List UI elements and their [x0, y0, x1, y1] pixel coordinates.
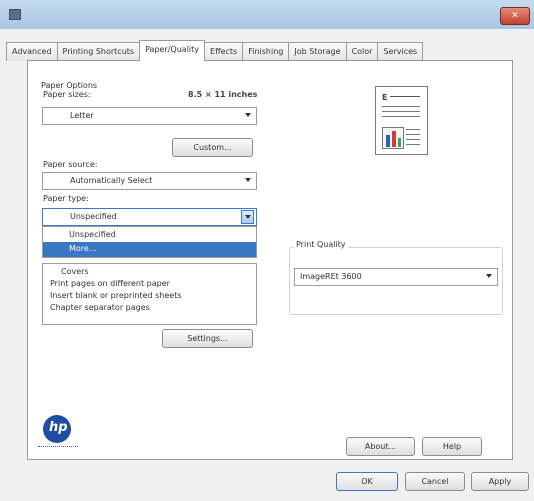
tab-effects[interactable]: Effects [204, 42, 244, 61]
hp-logo-icon: hp [43, 415, 71, 443]
tab-services[interactable]: Services [377, 42, 424, 61]
paper-type-label: Paper type: [43, 194, 89, 203]
list-item-chapter-separator-pages[interactable]: Chapter separator pages [50, 303, 150, 312]
tab-printing-shortcuts[interactable]: Printing Shortcuts [56, 42, 141, 61]
hp-logo-tagline [38, 446, 78, 450]
tab-strip: Advanced Printing Shortcuts Paper/Qualit… [6, 40, 424, 61]
paper-type-dropdown: Unspecified More... [42, 226, 257, 258]
paper-options-label: Paper Options [41, 81, 98, 90]
page-preview: E [375, 86, 428, 155]
paper-type-select[interactable]: Unspecified [42, 208, 257, 226]
special-pages-list[interactable]: Covers Print pages on different paper In… [42, 263, 257, 325]
paper-sizes-label: Paper sizes: [43, 90, 91, 99]
ok-button[interactable]: OK [336, 472, 398, 491]
print-quality-value: ImageREt 3600 [300, 272, 362, 281]
paper-type-select-value: Unspecified [70, 212, 117, 221]
tab-color[interactable]: Color [345, 42, 379, 61]
paper-source-select[interactable]: Automatically Select [42, 172, 257, 190]
list-item-print-pages-different-paper[interactable]: Print pages on different paper [50, 279, 170, 288]
tab-job-storage[interactable]: Job Storage [288, 42, 347, 61]
dropdown-item-unspecified[interactable]: Unspecified [69, 230, 116, 239]
paper-source-select-value: Automatically Select [70, 176, 153, 185]
printer-icon [9, 9, 21, 20]
chevron-down-icon [245, 113, 251, 117]
list-item-covers[interactable]: Covers [61, 267, 89, 276]
paper-source-label: Paper source: [43, 160, 98, 169]
paper-size-dimensions: 8.5 × 11 inches [188, 90, 258, 99]
close-button[interactable]: ✕ [500, 7, 530, 25]
settings-button[interactable]: Settings... [162, 329, 253, 348]
help-button[interactable]: Help [422, 437, 482, 456]
custom-button[interactable]: Custom... [172, 138, 253, 157]
tab-finishing[interactable]: Finishing [242, 42, 290, 61]
apply-button[interactable]: Apply [471, 472, 529, 491]
chevron-down-icon [245, 178, 251, 182]
paper-size-select-value: Letter [70, 111, 94, 120]
dropdown-item-more[interactable]: More... [43, 242, 256, 257]
preview-glyph: E [382, 93, 388, 102]
paper-size-select[interactable]: Letter [42, 107, 257, 125]
list-item-insert-blank-sheets[interactable]: Insert blank or preprinted sheets [50, 291, 182, 300]
cancel-button[interactable]: Cancel [405, 472, 465, 491]
about-button[interactable]: About... [346, 437, 415, 456]
chevron-down-icon [486, 274, 492, 278]
chart-thumbnail-icon [382, 127, 404, 149]
tab-paper-quality[interactable]: Paper/Quality [139, 40, 206, 61]
tab-advanced[interactable]: Advanced [6, 42, 58, 61]
print-quality-select[interactable]: ImageREt 3600 [294, 268, 498, 286]
chevron-down-icon [245, 215, 251, 219]
title-bar [0, 0, 534, 30]
print-quality-label: Print Quality [294, 240, 348, 249]
